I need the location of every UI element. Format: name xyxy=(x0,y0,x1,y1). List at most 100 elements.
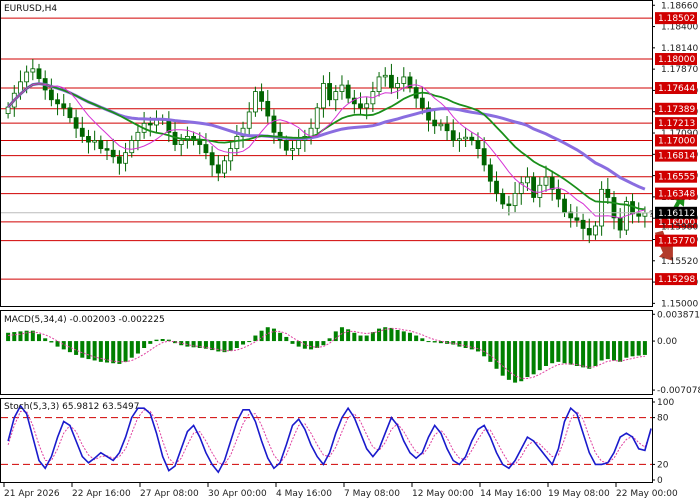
candle-body xyxy=(599,188,605,227)
macd-bar xyxy=(562,341,567,364)
candle-body xyxy=(209,152,215,166)
candle-body xyxy=(296,140,302,150)
current-price-label: 1.16112 xyxy=(658,209,695,219)
macd-bar xyxy=(49,341,54,343)
macd-bar xyxy=(636,341,641,356)
macd-bar xyxy=(377,328,382,342)
candle-body xyxy=(98,140,104,150)
level-label: 1.16555 xyxy=(658,173,695,183)
macd-bar xyxy=(358,335,363,342)
candle-body xyxy=(30,68,36,73)
chart-svg: ?1.186601.184001.181401.178701.176101.17… xyxy=(0,0,700,499)
candle-body xyxy=(358,103,363,109)
candle-body xyxy=(457,138,462,141)
macd-bar xyxy=(618,341,623,362)
x-axis: 21 Apr 2026 22 Apr 16:00 27 Apr 08:00 30 Ap… xyxy=(3,483,678,499)
candle-body xyxy=(562,198,567,213)
macd-bar xyxy=(247,341,252,343)
macd-bar xyxy=(123,341,128,362)
candle-body xyxy=(543,176,549,186)
candle-body xyxy=(574,217,580,221)
candle-body xyxy=(215,164,221,174)
macd-bar xyxy=(259,330,264,342)
candle-body xyxy=(611,197,617,219)
candle-body xyxy=(487,164,493,182)
macd-bar xyxy=(6,332,11,342)
candle-body xyxy=(469,136,475,141)
level-label: 1.18502 xyxy=(658,14,695,24)
candle-body xyxy=(86,135,91,143)
level-label: 1.15298 xyxy=(658,275,695,285)
candle-body xyxy=(580,219,586,229)
candle-body xyxy=(110,149,116,158)
level-label: 1.17644 xyxy=(658,84,695,94)
candle-body xyxy=(314,107,320,129)
macd-bar xyxy=(581,341,586,368)
price-title: EURUSD,H4 xyxy=(4,4,57,14)
macd-bar xyxy=(587,341,592,369)
macd-tick-label: 0.003871 xyxy=(657,310,700,320)
macd-bar xyxy=(241,341,246,345)
candle-body xyxy=(525,176,530,184)
candle-body xyxy=(135,131,141,141)
candle-body xyxy=(555,188,561,200)
candle-body xyxy=(364,103,370,109)
macd-bar xyxy=(18,331,23,342)
candle-body xyxy=(636,213,642,217)
macd-bar xyxy=(432,341,437,343)
macd-bar xyxy=(401,331,406,342)
macd-tick-label: -0.007078 xyxy=(657,386,700,396)
macd-bar xyxy=(624,341,629,358)
macd-bar xyxy=(37,334,42,342)
level-label: 1.18000 xyxy=(658,55,695,65)
candle-body xyxy=(494,180,499,194)
candle-body xyxy=(593,225,598,236)
macd-bar xyxy=(284,336,289,342)
candle-body xyxy=(79,127,85,137)
candle-body xyxy=(308,127,314,137)
stoch-tick-label: 20 xyxy=(657,460,669,470)
candle-body xyxy=(228,148,234,162)
chart-stage: ?1.186601.184001.181401.178701.176101.17… xyxy=(0,0,700,500)
candle-body xyxy=(67,107,73,119)
macd-bar xyxy=(543,341,548,366)
candle-body xyxy=(104,148,110,151)
macd-bar xyxy=(129,341,134,358)
macd-bar xyxy=(135,341,140,354)
candle-body xyxy=(444,123,450,132)
candle-body xyxy=(178,140,184,145)
candle-body xyxy=(36,68,42,79)
candle-body xyxy=(24,71,30,83)
macd-bar xyxy=(24,330,29,342)
x-tick-label: 22 May 00:00 xyxy=(616,489,678,499)
macd-bar xyxy=(463,341,468,348)
candle-body xyxy=(605,188,611,198)
macd-bar xyxy=(234,341,239,348)
macd-bar xyxy=(457,341,462,347)
macd-bar xyxy=(333,331,338,342)
macd-bar xyxy=(642,341,647,355)
macd-title: MACD(5,34,4) -0.002003 -0.002225 xyxy=(4,315,165,325)
macd-bar xyxy=(525,341,530,378)
macd-bar xyxy=(574,341,579,366)
candle-body xyxy=(432,119,438,127)
macd-bar xyxy=(414,335,419,342)
level-label: 1.16814 xyxy=(658,152,695,162)
macd-bar xyxy=(469,341,474,350)
macd-bar xyxy=(302,341,307,349)
macd-bar xyxy=(80,341,85,358)
macd-bar xyxy=(482,341,487,357)
stoch-tick-label: 0 xyxy=(657,476,663,486)
price-tick-label: 1.15000 xyxy=(661,299,698,309)
macd-bar xyxy=(321,341,326,346)
macd-bar xyxy=(420,338,425,342)
candle-body xyxy=(265,100,271,117)
macd-bar xyxy=(611,341,616,361)
macd-bar xyxy=(537,341,542,371)
price-tick-label: 1.18140 xyxy=(661,44,698,54)
candle-body xyxy=(73,117,79,129)
candle-body xyxy=(5,106,11,114)
macd-bar xyxy=(506,341,511,380)
macd-bar xyxy=(290,341,295,344)
candle-body xyxy=(481,148,487,166)
